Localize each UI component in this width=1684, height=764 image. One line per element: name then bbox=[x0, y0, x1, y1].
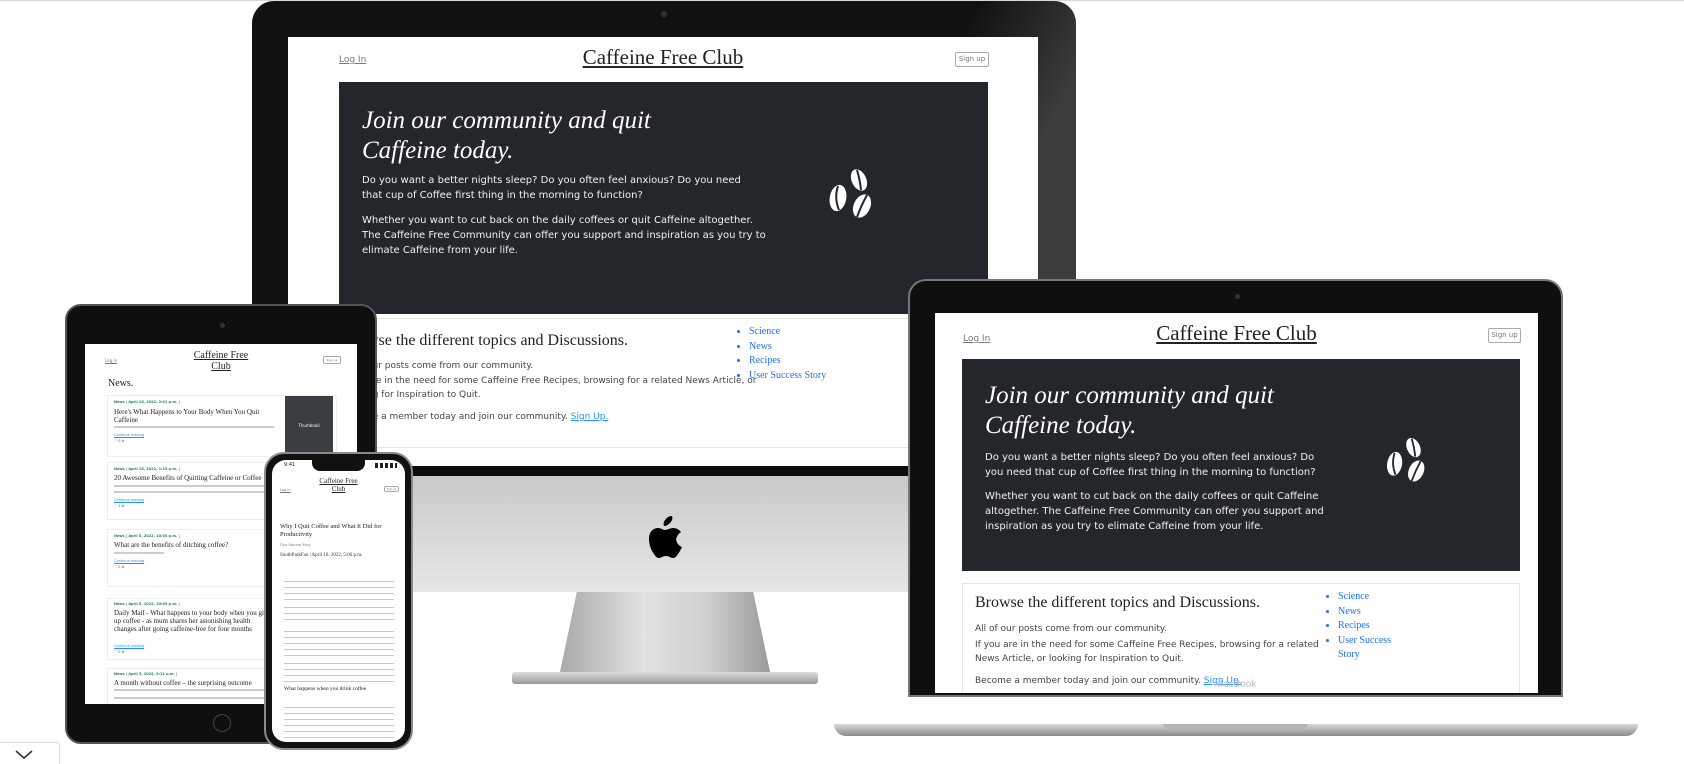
topic-user-success-story-line1: User Success bbox=[1338, 634, 1392, 646]
topic-user-success-story[interactable]: User Success Story bbox=[749, 369, 826, 384]
site-title-line2: Club bbox=[211, 361, 231, 372]
browse-paragraph-2a: are in the need for some Caffeine Free R… bbox=[367, 376, 757, 386]
continue-reading-link[interactable]: Continue reading bbox=[114, 559, 144, 563]
hero-paragraph-1: Do you want a better nights sleep? Do yo… bbox=[362, 175, 741, 201]
topic-news[interactable]: News bbox=[749, 340, 826, 355]
phone-device: 9:41 Log In Caffeine Free Club Sign up W… bbox=[264, 452, 413, 750]
site-title-line2: Club bbox=[331, 485, 346, 493]
topic-user-success-story[interactable]: User Success Story bbox=[1338, 634, 1391, 663]
laptop-screen: Log In Caffeine Free Club Sign up Join o… bbox=[935, 313, 1538, 693]
post-body-3 bbox=[284, 628, 394, 656]
post-category: User Success Story bbox=[280, 542, 311, 547]
post-subheading: What happens when you drink coffee bbox=[284, 686, 367, 692]
imac-stand bbox=[560, 592, 770, 672]
browse-paragraph-2b: ng for Inspiration to Quit. bbox=[367, 390, 481, 400]
hero-paragraph-1: Do you want a better nights sleep? Do yo… bbox=[985, 452, 1316, 478]
post-meta: News | April 5, 2022, 10:05 p.m. | bbox=[114, 602, 180, 606]
phone-status-time: 9:41 bbox=[284, 462, 296, 468]
signup-link[interactable]: Sign Up. bbox=[571, 412, 609, 422]
browse-paragraph-2: If you are in the need for some Caffeine… bbox=[975, 640, 1319, 664]
post-body-2 bbox=[284, 604, 394, 624]
topic-recipes[interactable]: Recipes bbox=[749, 354, 826, 369]
post-body-5 bbox=[284, 704, 394, 738]
post-meta: News | April 16, 2022, 1:15 p.m. | bbox=[114, 467, 180, 471]
tablet-home-button[interactable] bbox=[213, 714, 231, 732]
post-author-line: SouthParkFan | April 10, 2022, 5:06 p.m. bbox=[280, 553, 363, 558]
collapse-toggle[interactable] bbox=[0, 742, 60, 764]
post-excerpt bbox=[114, 552, 164, 554]
browse-title: wse the different topics and Discussions… bbox=[367, 332, 628, 349]
hero-paragraph-2: Whether you want to cut back on the dail… bbox=[985, 491, 1324, 532]
post-meta: News | April 16, 2022, 2:01 p.m. | bbox=[114, 400, 180, 404]
post-excerpt bbox=[114, 485, 274, 493]
post-likes: ♡ 0 lk bbox=[114, 565, 125, 569]
site-title-line1: Caffeine Free bbox=[193, 350, 249, 361]
continue-reading-link[interactable]: Continue reading bbox=[114, 498, 144, 502]
hero-banner: Join our community and quit Caffeine tod… bbox=[962, 359, 1520, 571]
site-title[interactable]: Caffeine Free Club bbox=[85, 350, 357, 372]
browse-section: wse the different topics and Discussions… bbox=[339, 318, 989, 448]
post-title: Why I Quit Coffee and What It Did for Pr… bbox=[280, 523, 382, 538]
post-likes: ♡ 0 lk bbox=[114, 439, 125, 443]
post-likes: ♡ 1 lk bbox=[114, 504, 125, 508]
site-title[interactable]: Caffeine Free Club bbox=[935, 321, 1538, 346]
topic-science[interactable]: Science bbox=[1338, 590, 1391, 605]
post-card[interactable]: News | April 16, 2022, 2:01 p.m. | Here'… bbox=[107, 395, 337, 457]
post-body-4 bbox=[284, 660, 394, 682]
topics-list: Science News Recipes User Success Story bbox=[739, 325, 826, 383]
post-title[interactable]: Daily Mail - What happens to your body w… bbox=[114, 609, 274, 633]
imac-camera bbox=[661, 11, 667, 17]
post-body-1 bbox=[284, 578, 394, 600]
hero-paragraph-2: Whether you want to cut back on the dail… bbox=[362, 215, 766, 256]
post-title[interactable]: Here's What Happens to Your Body When Yo… bbox=[114, 408, 274, 424]
hero-heading: Join our community and quit Caffeine tod… bbox=[362, 106, 722, 166]
post-thumbnail: Thumbnail bbox=[285, 396, 333, 456]
post-excerpt bbox=[114, 426, 274, 428]
laptop-camera bbox=[1235, 294, 1240, 299]
thumbnail-label: Thumbnail bbox=[298, 423, 320, 428]
browse-title: Browse the different topics and Discussi… bbox=[975, 594, 1260, 611]
hero-banner: Join our community and quit Caffeine tod… bbox=[339, 82, 988, 314]
site-title-line1: Caffeine Free bbox=[319, 477, 358, 485]
signup-button[interactable]: Sign up bbox=[1488, 328, 1521, 343]
imac-base bbox=[512, 672, 818, 684]
laptop-device: Log In Caffeine Free Club Sign up Join o… bbox=[908, 279, 1563, 697]
hero-heading-line1: Join our community and quit bbox=[985, 382, 1274, 409]
hero-heading-line1: Join our community and quit bbox=[362, 107, 651, 134]
post-excerpt bbox=[114, 689, 274, 699]
browse-paragraph-1: All of our posts come from our community… bbox=[975, 624, 1167, 634]
topic-news[interactable]: News bbox=[1338, 605, 1391, 620]
post-meta: News | April 5, 2022, 10:55 p.m. | bbox=[114, 534, 180, 538]
tablet-camera bbox=[220, 323, 225, 328]
continue-reading-link[interactable]: Continue reading bbox=[114, 433, 144, 437]
continue-reading-link[interactable]: Continue reading bbox=[114, 644, 144, 648]
hero-heading-line2: Caffeine today. bbox=[362, 137, 514, 164]
phone-status-icons bbox=[375, 463, 397, 468]
news-section-title: News. bbox=[108, 378, 134, 389]
browse-paragraph-3-text: ne a member today and join our community… bbox=[367, 412, 568, 422]
site-title[interactable]: Caffeine Free Club bbox=[288, 45, 1038, 70]
laptop-notch bbox=[1163, 724, 1308, 729]
topics-list: Science News Recipes User Success Story bbox=[1328, 590, 1391, 663]
topic-recipes[interactable]: Recipes bbox=[1338, 619, 1391, 634]
signup-button[interactable]: Sign up bbox=[384, 486, 399, 492]
coffee-beans-icon bbox=[1385, 436, 1426, 483]
signup-button[interactable]: Sign up bbox=[955, 52, 989, 67]
phone-notch bbox=[312, 460, 365, 471]
chevron-down-icon bbox=[15, 750, 33, 760]
post-meta: News | April 3, 2022, 9:11 p.m. | bbox=[114, 672, 178, 676]
topic-science[interactable]: Science bbox=[749, 325, 826, 340]
signup-button[interactable]: Sign up bbox=[323, 356, 341, 364]
post-likes: ♡ 0 lk bbox=[114, 650, 125, 654]
browse-section: Browse the different topics and Discussi… bbox=[962, 583, 1520, 693]
topic-user-success-story-line2: Story bbox=[1338, 649, 1360, 660]
phone-screen: 9:41 Log In Caffeine Free Club Sign up W… bbox=[272, 460, 405, 742]
apple-logo-icon bbox=[649, 516, 682, 558]
hero-heading: Join our community and quit Caffeine tod… bbox=[985, 381, 1315, 441]
hero-heading-line2: Caffeine today. bbox=[985, 412, 1137, 439]
browse-paragraph-3: ne a member today and join our community… bbox=[367, 412, 608, 422]
browse-paragraph-1: our posts come from our community. bbox=[367, 361, 534, 371]
laptop-brand-label: MacBook bbox=[1214, 679, 1257, 690]
coffee-beans-icon bbox=[828, 167, 873, 220]
